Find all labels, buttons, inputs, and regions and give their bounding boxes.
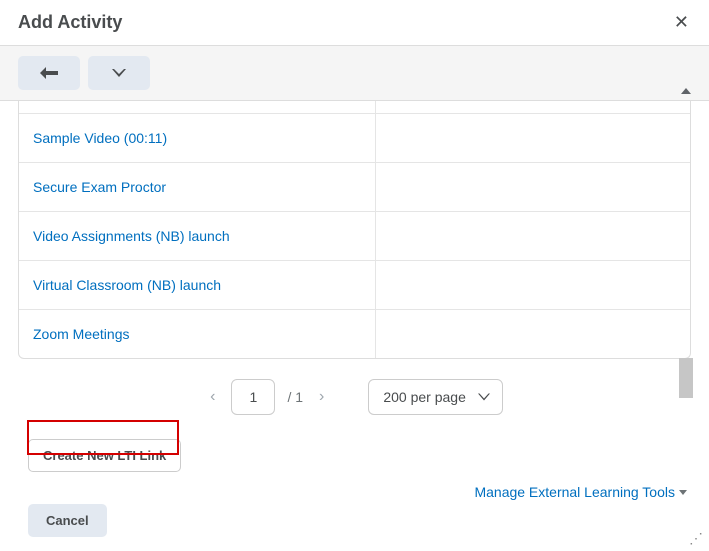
activity-link[interactable]: Video Assignments (NB) launch <box>33 228 230 244</box>
table-row <box>19 101 690 113</box>
activity-link[interactable]: Zoom Meetings <box>33 326 129 342</box>
cancel-button[interactable]: Cancel <box>28 504 107 537</box>
scrollbar[interactable] <box>679 88 693 398</box>
create-lti-button[interactable]: Create New LTI Link <box>28 439 181 472</box>
scroll-up-icon[interactable] <box>681 88 691 94</box>
next-page-icon[interactable]: › <box>315 384 328 410</box>
per-page-select[interactable]: 200 per page <box>368 379 503 415</box>
activity-link[interactable]: Virtual Classroom (NB) launch <box>33 277 221 293</box>
arrow-left-icon <box>40 67 58 79</box>
manage-tools-link[interactable]: Manage External Learning Tools <box>474 484 687 500</box>
chevron-down-icon <box>112 69 126 77</box>
chevron-down-icon <box>478 394 490 401</box>
toolbar <box>0 45 709 101</box>
activity-table: Sample Video (00:11) Secure Exam Proctor… <box>18 101 691 359</box>
table-row: Virtual Classroom (NB) launch <box>19 260 690 309</box>
table-row: Sample Video (00:11) <box>19 113 690 162</box>
per-page-label: 200 per page <box>383 389 466 405</box>
close-icon[interactable]: ✕ <box>670 8 693 37</box>
manage-tools-label: Manage External Learning Tools <box>474 484 675 500</box>
dropdown-button[interactable] <box>88 56 150 90</box>
page-input[interactable] <box>231 379 275 415</box>
resize-handle-icon[interactable]: ⋰ <box>689 531 703 545</box>
chevron-down-icon <box>679 490 687 495</box>
scroll-thumb[interactable] <box>679 358 693 398</box>
dialog-title: Add Activity <box>18 12 122 33</box>
back-button[interactable] <box>18 56 80 90</box>
pagination: ‹ / 1 › 200 per page <box>18 359 691 433</box>
page-total-label: / 1 <box>287 389 303 405</box>
table-row: Zoom Meetings <box>19 309 690 358</box>
activity-link[interactable]: Sample Video (00:11) <box>33 130 167 146</box>
table-row: Video Assignments (NB) launch <box>19 211 690 260</box>
table-row: Secure Exam Proctor <box>19 162 690 211</box>
activity-link[interactable]: Secure Exam Proctor <box>33 179 166 195</box>
prev-page-icon[interactable]: ‹ <box>206 384 219 410</box>
